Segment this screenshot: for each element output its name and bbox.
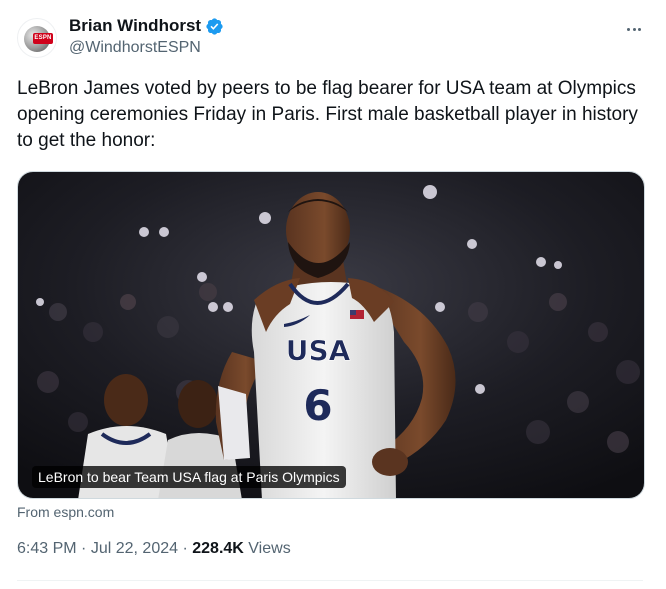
tweet-card: ESPN Brian Windhorst @WindhorstESPN LeBr… <box>0 0 666 589</box>
jersey-text: USA <box>286 334 351 367</box>
author-names: Brian Windhorst @WindhorstESPN <box>69 16 224 57</box>
more-icon[interactable] <box>623 18 645 40</box>
views-count[interactable]: 228.4K <box>192 540 244 557</box>
tweet-time[interactable]: 6:43 PM <box>17 540 77 557</box>
display-name[interactable]: Brian Windhorst <box>69 16 201 36</box>
tweet-date[interactable]: Jul 22, 2024 <box>91 540 178 557</box>
meta-separator: · <box>81 540 87 557</box>
tweet-meta: 6:43 PM · Jul 22, 2024 · 228.4K Views <box>17 540 291 558</box>
media-card[interactable]: USA 6 LeBron to bear Team USA flag at Pa… <box>17 171 645 499</box>
media-image: USA 6 <box>18 172 644 498</box>
more-dot <box>632 27 636 31</box>
verified-badge-icon[interactable] <box>205 17 224 36</box>
jersey-number: 6 <box>303 381 332 430</box>
link-source[interactable]: From espn.com <box>17 504 114 520</box>
name-row: Brian Windhorst <box>69 16 224 36</box>
media-caption: LeBron to bear Team USA flag at Paris Ol… <box>32 466 346 488</box>
more-dot <box>627 27 631 31</box>
handle[interactable]: @WindhorstESPN <box>69 39 224 57</box>
tweet-header: ESPN Brian Windhorst @WindhorstESPN <box>17 12 649 62</box>
divider <box>17 580 643 581</box>
avatar[interactable]: ESPN <box>17 18 57 58</box>
tweet-text: LeBron James voted by peers to be flag b… <box>17 78 638 151</box>
meta-separator: · <box>182 540 188 557</box>
views-label: Views <box>248 540 291 557</box>
espn-logo: ESPN <box>33 33 53 44</box>
more-dot <box>637 27 641 31</box>
